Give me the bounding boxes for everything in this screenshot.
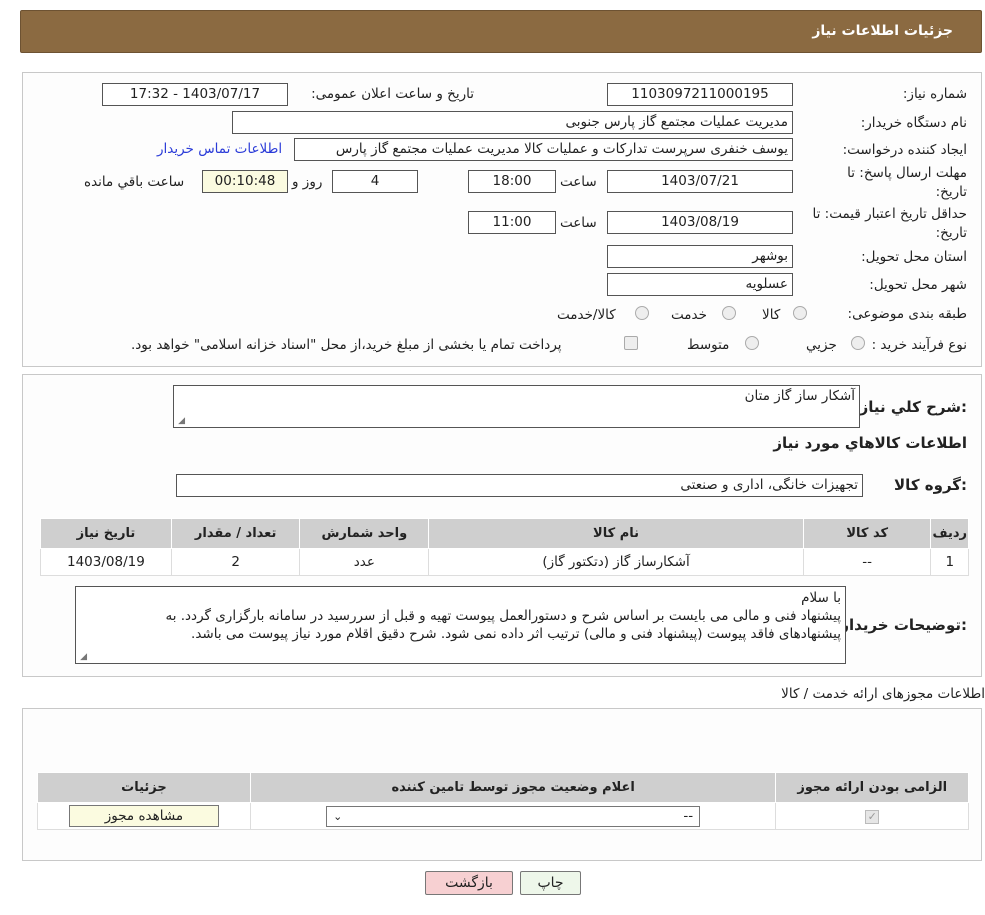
resize-grip-icon[interactable]: ◢ [78,653,87,662]
summary-field: آشکار ساز گاز متان ◢ [173,385,860,428]
permits-table-header: الزامی بودن ارائه مجوز اعلام وضعیت مجوز … [37,772,969,803]
process-note: پرداخت تمام یا بخشی از مبلغ خرید،از محل … [131,337,562,353]
validity-time-field: 11:00 [468,211,556,234]
permit-details-cell: مشاهده مجوز [37,802,251,830]
print-button[interactable]: چاپ [520,871,581,895]
cell-row: 1 [930,548,969,576]
col-qty: تعداد / مقدار [170,518,301,549]
remaining-time-field: 00:10:48 [202,170,288,193]
process-option-medium: متوسط [687,337,730,353]
goods-heading: اطلاعات کالاهاي مورد نياز [773,434,967,452]
category-label: طبقه بندی موضوعی: [847,306,967,322]
col-permit-details: جزئیات [37,772,251,803]
category-radio-both[interactable] [635,306,649,320]
permits-heading: اطلاعات مجوزهای ارائه خدمت / کالا [781,686,985,702]
process-note-checkbox[interactable] [624,336,638,350]
group-field: تجهیزات خانگی، اداری و صنعتی [176,474,863,497]
col-row: رديف [930,518,969,549]
city-label: شهر محل تحویل: [869,277,967,293]
table-row: ✓ -- ⌄ مشاهده مجوز [37,802,969,830]
days-field: 4 [332,170,418,193]
col-permit-status: اعلام وضعیت مجوز توسط تامین کننده [249,772,777,803]
category-radio-goods[interactable] [793,306,807,320]
cell-code: -- [802,548,932,576]
city-field: عسلویه [607,273,793,296]
cell-qty: 2 [170,548,301,576]
process-label: نوع فرآیند خرید : [871,337,967,353]
announce-field: 1403/07/17 - 17:32 [102,83,288,106]
category-option-service: خدمت [671,307,707,323]
category-radio-service[interactable] [722,306,736,320]
view-permit-button[interactable]: مشاهده مجوز [68,805,219,827]
summary-text: آشکار ساز گاز متان [744,388,855,404]
validity-label-2: تاریخ: [935,225,967,241]
deadline-time-label: ساعت [560,174,597,190]
deadline-label-2: تاریخ: [935,184,967,200]
process-radio-minor[interactable] [851,336,865,350]
buyer-contact-link[interactable]: اطلاعات تماس خریدار [157,141,282,157]
creator-field: یوسف خنفری سرپرست تدارکات و عملیات کالا … [294,138,793,161]
permit-required-cell: ✓ [775,802,969,830]
permits-table: الزامی بودن ارائه مجوز اعلام وضعیت مجوز … [37,772,969,830]
remaining-label: ساعت باقي مانده [84,174,185,190]
col-name: نام کالا [428,518,804,549]
deadline-label: مهلت ارسال پاسخ: تا [847,165,967,181]
validity-label: حداقل تاریخ اعتبار قیمت: تا [812,206,967,222]
category-option-goods: کالا [762,307,781,323]
col-date: تاریخ نیاز [40,518,172,549]
back-button[interactable]: بازگشت [425,871,513,895]
goods-table-header: رديف کد کالا نام کالا واحد شمارش تعداد /… [40,518,969,549]
buyer-field: مدیریت عملیات مجتمع گاز پارس جنوبی [232,111,793,134]
table-row: 1 -- آشکارساز گاز (دتکتور گاز) عدد 2 140… [40,548,969,576]
permit-status-select[interactable]: -- ⌄ [326,805,701,827]
permit-status-cell: -- ⌄ [249,802,777,830]
need-number-field: 1103097211000195 [607,83,793,106]
need-number-label: شماره نیاز: [902,86,967,102]
announce-label: تاریخ و ساعت اعلان عمومی: [311,86,474,102]
province-label: استان محل تحویل: [861,249,967,265]
cell-name: آشکارساز گاز (دتکتور گاز) [428,548,804,576]
deadline-date-field: 1403/07/21 [607,170,793,193]
creator-label: ایجاد کننده درخواست: [842,142,967,158]
summary-label: شرح کلي نياز: [859,398,967,416]
buyer-notes-line-2: پیشنهاد فنی و مالی می بایست بر اساس شرح … [165,608,841,624]
col-unit: واحد شمارش [299,518,430,549]
buyer-label: نام دستگاه خریدار: [860,115,967,131]
permit-status-value: -- [683,807,694,824]
col-permit-required: الزامی بودن ارائه مجوز [775,772,969,803]
cell-unit: عدد [299,548,430,576]
chevron-down-icon: ⌄ [333,809,343,823]
buyer-notes-label: توضیحات خریدار: [840,616,967,634]
category-option-both: کالا/خدمت [557,307,616,323]
buyer-notes-field: با سلام پیشنهاد فنی و مالی می بایست بر ا… [75,586,846,664]
page-header: جزئیات اطلاعات نیاز [20,10,982,53]
process-option-minor: جزیي [806,337,837,353]
days-label: روز و [292,174,323,190]
page-title: جزئیات اطلاعات نیاز [812,23,953,39]
resize-grip-icon[interactable]: ◢ [176,417,185,426]
cell-date: 1403/08/19 [40,548,172,576]
goods-table: رديف کد کالا نام کالا واحد شمارش تعداد /… [40,518,969,576]
buyer-notes-line-1: با سلام [801,590,841,606]
validity-time-label: ساعت [560,215,597,231]
col-code: کد کالا [802,518,932,549]
process-radio-medium[interactable] [745,336,759,350]
validity-date-field: 1403/08/19 [607,211,793,234]
buyer-notes-line-3: پیشنهادهای فاقد پیوست (پیشنهاد فنی و مال… [191,626,841,642]
province-field: بوشهر [607,245,793,268]
group-label: گروه کالا: [894,476,967,494]
deadline-time-field: 18:00 [468,170,556,193]
permit-required-checkbox: ✓ [865,810,880,824]
